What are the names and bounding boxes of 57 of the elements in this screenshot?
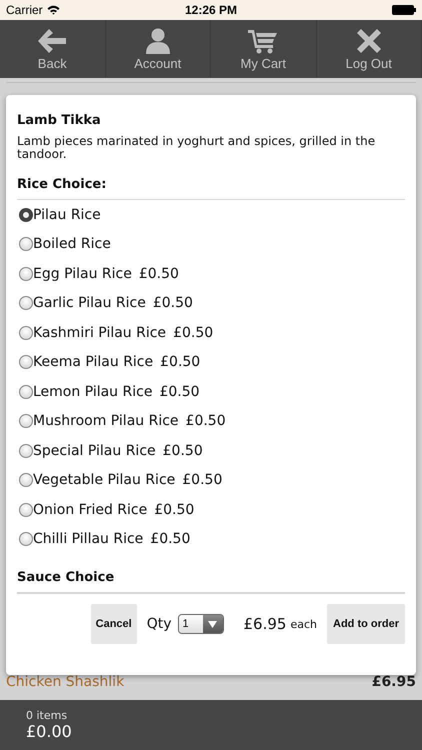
price-unit: each: [290, 618, 317, 630]
menu-item-price: £6.95: [372, 674, 416, 690]
option-label: Onion Fried Rice: [33, 502, 148, 518]
option-label: Mushroom Pilau Rice: [33, 413, 179, 430]
radio-button[interactable]: [19, 502, 33, 517]
option-label: Kashmiri Pilau Rice: [33, 324, 166, 341]
radio-button[interactable]: [19, 384, 33, 399]
option-price: £0.50: [159, 384, 200, 400]
option-price: £0.50: [150, 531, 190, 548]
option-label: Pilau Rice: [33, 206, 101, 223]
cart-total: £0.00: [26, 722, 73, 741]
option-price: £0.50: [162, 442, 203, 459]
carrier-label: Carrier: [6, 3, 43, 17]
person-icon: [144, 28, 171, 54]
cart-icon: [248, 28, 278, 54]
option-price: £0.50: [154, 502, 194, 518]
option-price: £0.50: [186, 413, 226, 430]
radio-button[interactable]: [19, 355, 33, 370]
radio-button[interactable]: [19, 266, 33, 281]
option-price: £0.50: [152, 295, 193, 312]
option-label: Boiled Rice: [33, 236, 111, 252]
close-icon: [356, 28, 382, 54]
option-label: Keema Pilau Rice: [33, 354, 154, 370]
qty-dropdown[interactable]: 1: [178, 614, 224, 634]
option-price: £0.50: [173, 324, 214, 341]
radio-button[interactable]: [19, 473, 33, 488]
menu-item-name: Chicken Shashlik: [6, 674, 124, 690]
dish-description: Lamb pieces marinated in yoghurt and spices, grilled in the tandoor.: [17, 135, 376, 161]
option-label: Chilli Pillau Rice: [33, 531, 144, 548]
radio-button[interactable]: [19, 444, 33, 458]
option-label: Garlic Pilau Rice: [33, 295, 146, 312]
caret-icon: [208, 620, 218, 628]
add-to-order-button[interactable]: Add to order: [327, 604, 405, 644]
radio-button[interactable]: [19, 326, 33, 340]
option-label: Special Pilau Rice: [33, 442, 156, 459]
radio-button[interactable]: [19, 237, 33, 252]
option-label: Lemon Pilau Rice: [33, 384, 152, 400]
back-arrow-icon: [36, 28, 68, 54]
radio-button[interactable]: [19, 414, 33, 428]
radio-button[interactable]: [19, 208, 33, 222]
option-price: £0.50: [182, 472, 222, 488]
option-price: £0.50: [160, 354, 200, 370]
unit-price: £6.95: [244, 615, 286, 633]
dish-title: Lamb Tikka: [17, 113, 102, 128]
cancel-button[interactable]: Cancel: [90, 604, 137, 644]
option-price: £0.50: [138, 266, 179, 282]
cart-item-count: 0 items: [26, 709, 68, 722]
option-label: Egg Pilau Rice: [33, 266, 132, 282]
option-label: Vegetable Pilau Rice: [33, 472, 176, 488]
battery-icon: [392, 5, 416, 15]
section-heading: Rice Choice:: [17, 177, 108, 192]
radio-button[interactable]: [19, 296, 33, 310]
section-heading: Sauce Choice: [17, 570, 116, 585]
radio-button[interactable]: [19, 532, 33, 546]
wifi-icon: [46, 5, 60, 15]
qty-label: Qty: [146, 616, 172, 632]
clock-time: 12:26 PM: [184, 3, 238, 17]
